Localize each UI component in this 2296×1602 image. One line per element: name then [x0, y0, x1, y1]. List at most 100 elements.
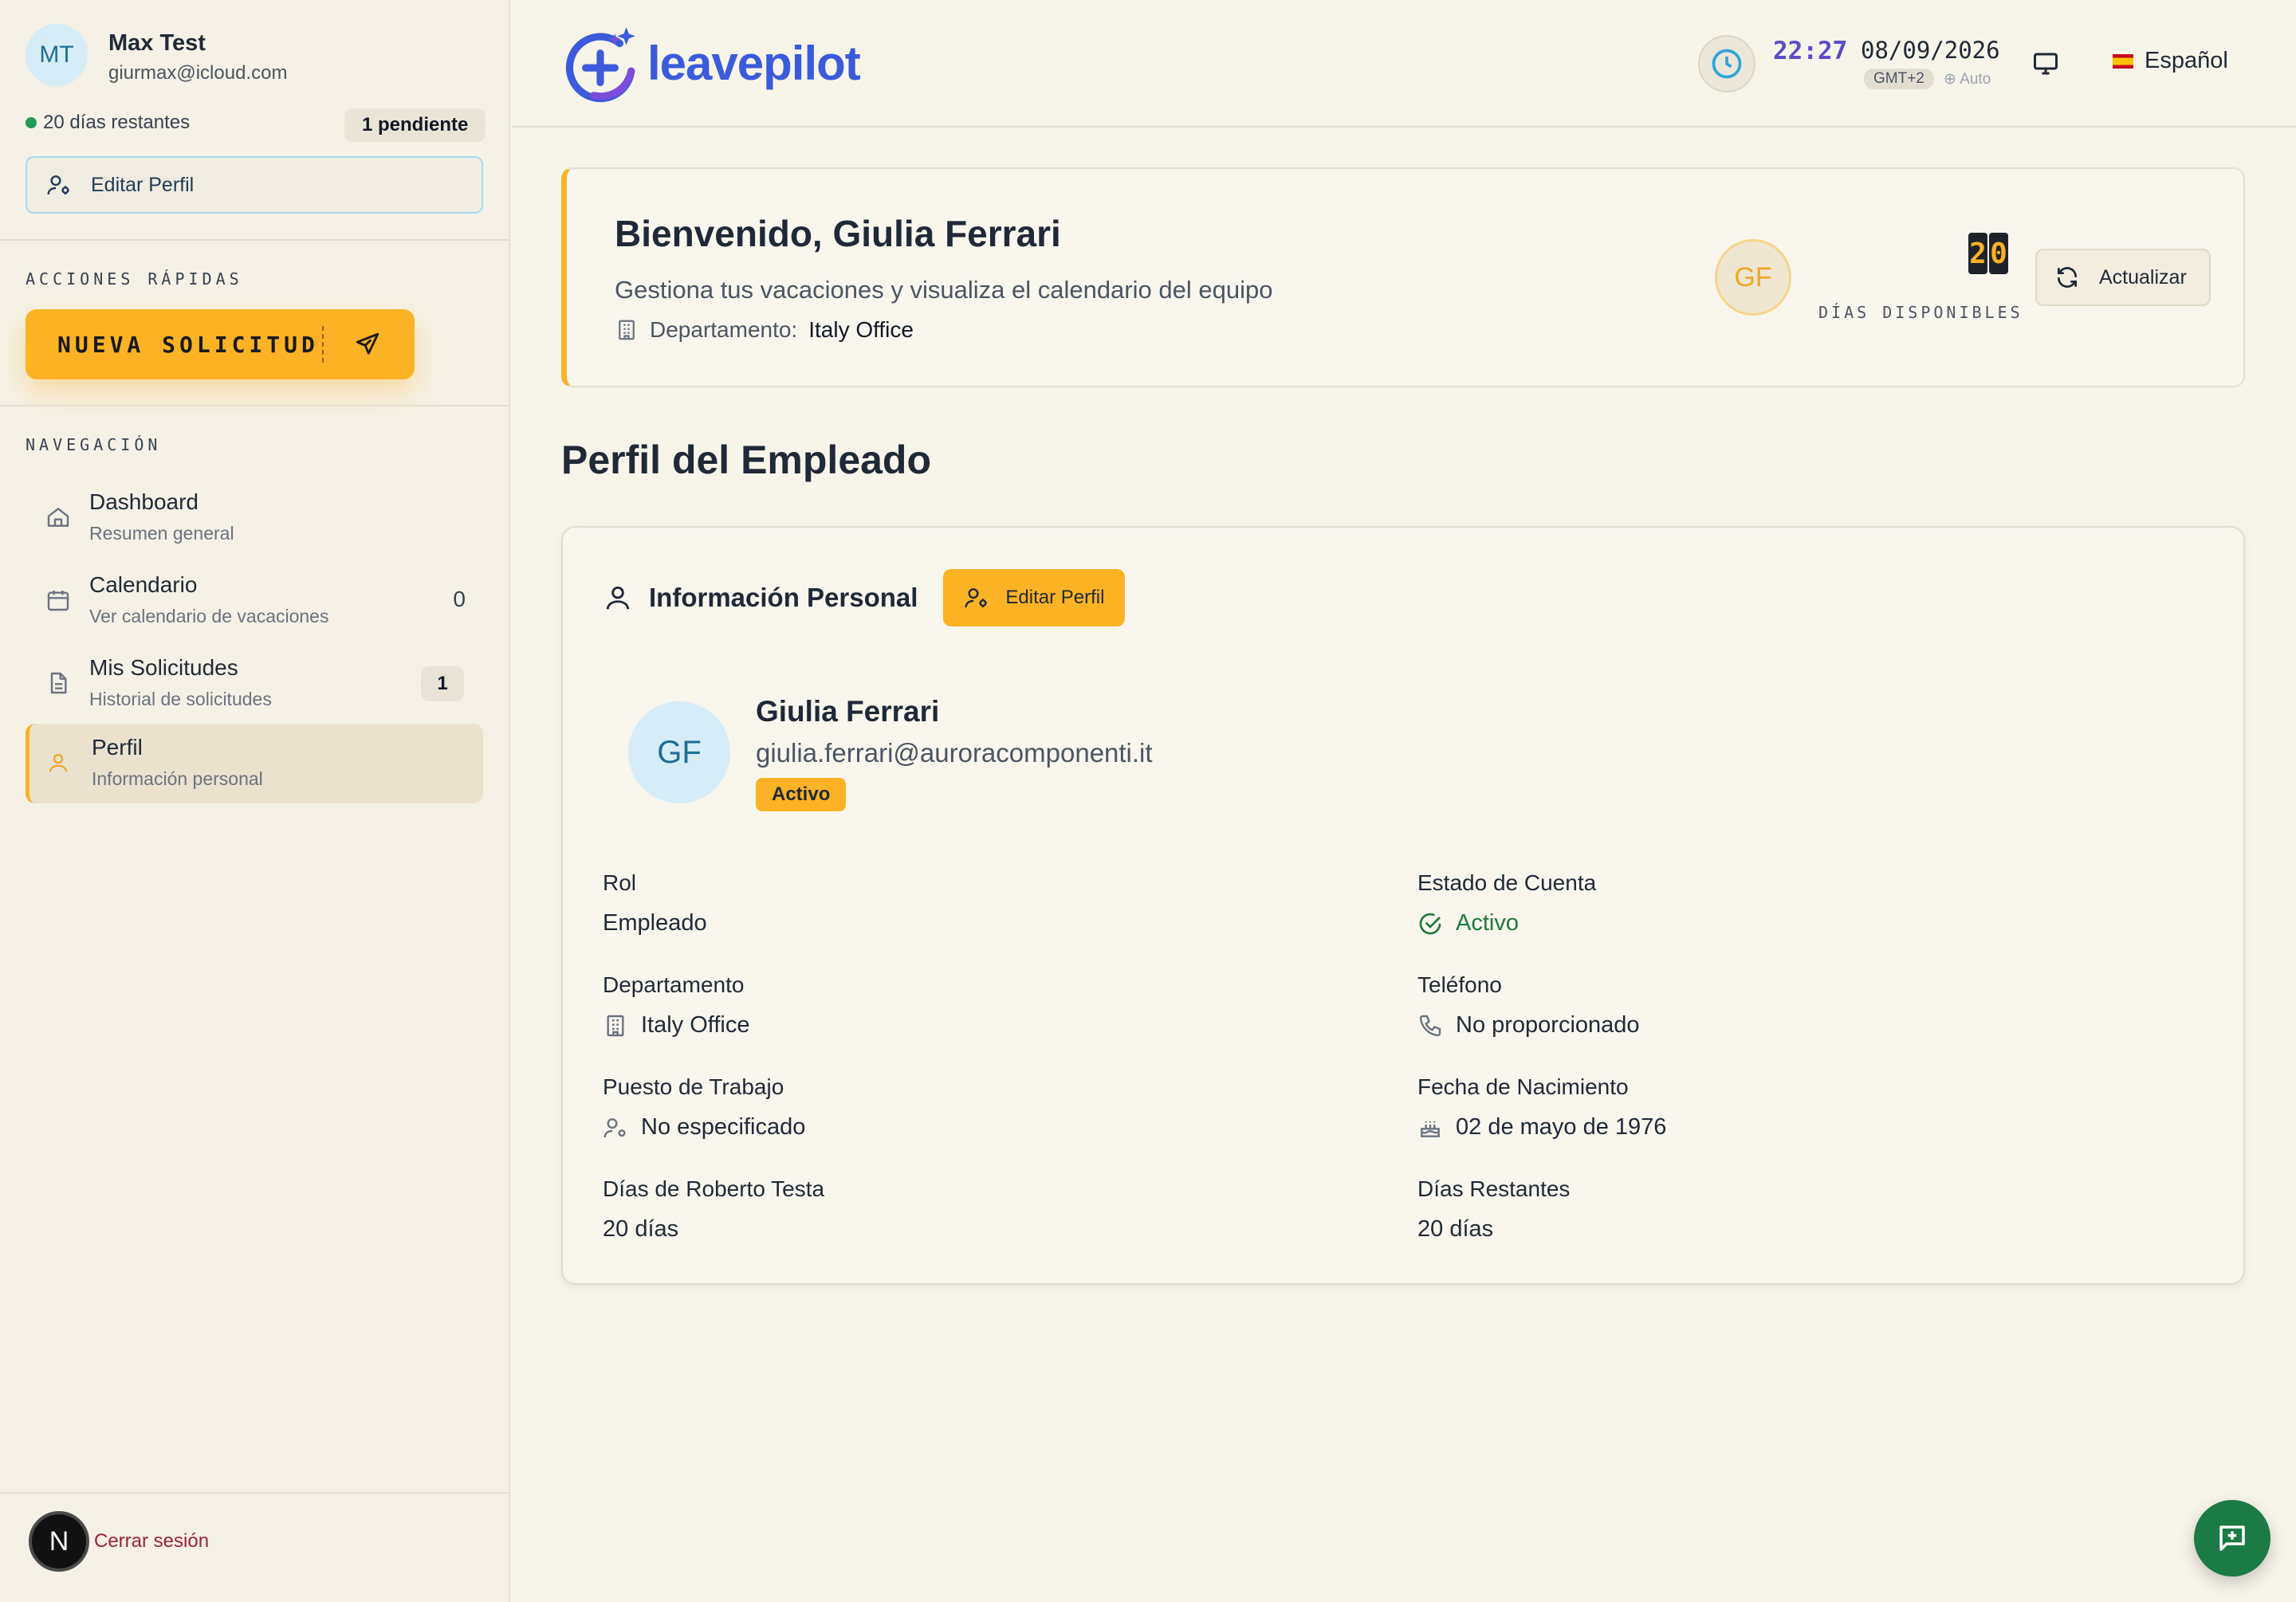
navigation-label: NAVEGACIÓN [26, 435, 162, 454]
divider [0, 1492, 510, 1494]
remaining-days-label: Días Restantes [1417, 1176, 1571, 1201]
job-value: No especificado [603, 1114, 805, 1141]
days-available-label: DÍAS DISPONIBLES [1818, 303, 2023, 322]
nav-item-subtitle: Resumen general [89, 523, 234, 544]
message-plus-icon [2215, 1522, 2249, 1555]
clock-icon [1698, 35, 1755, 92]
card-header: Información Personal Editar Perfil [603, 569, 1126, 626]
edit-profile-label: Editar Perfil [91, 173, 195, 196]
phone-value: No proporcionado [1417, 1012, 1640, 1039]
logo-text: leavepilot [647, 36, 861, 90]
pending-badge: 1 pendiente [344, 108, 486, 142]
account-status-value: Activo [1417, 910, 1519, 936]
language-selector[interactable]: Español [2113, 48, 2228, 74]
remaining-days-value: 20 días [1417, 1216, 1494, 1242]
user-cog-icon [964, 585, 989, 611]
timezone-badge: GMT+2 [1864, 69, 1934, 89]
nav-item-count: 0 [453, 587, 466, 611]
user-cog-icon [46, 172, 72, 198]
edit-profile-label: Editar Perfil [1005, 587, 1105, 608]
nav-item-profile[interactable]: Perfil Información personal [26, 724, 483, 803]
user-name: Max Test [108, 30, 206, 56]
top-header: leavepilot 22:27 08/09/2026 GMT+2 ⊕ Auto… [512, 0, 2296, 128]
status-dot-icon [26, 117, 37, 128]
nav-item-title: Mis Solicitudes [89, 655, 238, 680]
home-icon [43, 502, 73, 532]
days-remaining-text: 20 días restantes [43, 112, 191, 133]
welcome-card: Bienvenido, Giulia Ferrari Gestiona tus … [561, 167, 2245, 387]
user-icon [603, 583, 633, 613]
cake-icon [1417, 1115, 1443, 1141]
divider [0, 405, 510, 406]
nav-item-title: Calendario [89, 572, 198, 597]
main-content: leavepilot 22:27 08/09/2026 GMT+2 ⊕ Auto… [512, 0, 2296, 1602]
days-remaining: 20 días restantes [26, 112, 190, 134]
avatar: MT [26, 24, 88, 86]
clock-time: 22:27 [1773, 37, 1848, 65]
timezone-mode: ⊕ Auto [1944, 71, 1991, 88]
counter-digit: 2 [1968, 233, 1987, 274]
refresh-label: Actualizar [2099, 265, 2187, 289]
edit-profile-sidebar-button[interactable]: Editar Perfil [26, 156, 483, 214]
nav-item-subtitle: Ver calendario de vacaciones [89, 606, 329, 626]
chat-fab-button[interactable] [2194, 1500, 2270, 1576]
role-label: Rol [603, 870, 637, 895]
language-label: Español [2145, 48, 2228, 73]
divider [0, 239, 510, 241]
nav-item-subtitle: Información personal [92, 768, 263, 789]
department-label: Departamento: [650, 317, 798, 342]
employee-name: Giulia Ferrari [756, 695, 940, 728]
page-title: Perfil del Empleado [561, 438, 932, 482]
nav-item-calendar[interactable]: Calendario Ver calendario de vacaciones … [26, 561, 483, 641]
avatar: GF [1715, 239, 1791, 316]
sidebar: MT Max Test giurmax@icloud.com 20 días r… [0, 0, 510, 1602]
days-value: 20 días [603, 1216, 679, 1242]
user-email: giurmax@icloud.com [108, 62, 288, 84]
nav-item-my-requests[interactable]: Mis Solicitudes Historial de solicitudes… [26, 644, 483, 724]
welcome-department: Departamento: Italy Office [615, 317, 914, 343]
days-label: Días de Roberto Testa [603, 1176, 825, 1201]
document-icon [43, 668, 73, 698]
avatar: N [29, 1511, 89, 1572]
send-icon [324, 331, 411, 358]
employee-email: giulia.ferrari@auroracomponenti.it [756, 738, 1153, 768]
logout-button[interactable]: N Cerrar sesión [29, 1511, 209, 1572]
monitor-icon[interactable] [2031, 49, 2060, 78]
birth-date-label: Fecha de Nacimiento [1417, 1074, 1629, 1099]
refresh-button[interactable]: Actualizar [2035, 249, 2211, 306]
status-badge: Activo [756, 778, 847, 811]
refresh-icon [2054, 265, 2080, 290]
nav-item-subtitle: Historial de solicitudes [89, 689, 272, 709]
check-circle-icon [1417, 911, 1443, 936]
quick-actions-label: ACCIONES RÁPIDAS [26, 269, 243, 289]
logout-label: Cerrar sesión [94, 1530, 210, 1552]
days-available-counter: 2 0 [1968, 233, 2008, 274]
logo[interactable]: leavepilot [561, 22, 861, 104]
department-value: Italy Office [808, 317, 914, 342]
job-text: No especificado [641, 1114, 806, 1140]
plus-sparkle-icon [561, 22, 643, 104]
profile-card: Información Personal Editar Perfil GF Gi… [561, 526, 2245, 1285]
new-request-label: NUEVA SOLICITUD [57, 331, 319, 358]
clock-date: 08/09/2026 [1861, 37, 2000, 64]
role-value: Empleado [603, 910, 707, 936]
birth-date-text: 02 de mayo de 1976 [1456, 1114, 1667, 1140]
spain-flag-icon [2113, 53, 2133, 69]
account-status-text: Activo [1456, 910, 1519, 936]
edit-profile-button[interactable]: Editar Perfil [943, 569, 1126, 626]
nav-item-dashboard[interactable]: Dashboard Resumen general [26, 478, 483, 558]
phone-icon [1417, 1013, 1443, 1039]
user-cog-icon [603, 1115, 628, 1141]
user-icon [43, 748, 73, 778]
phone-text: No proporcionado [1456, 1012, 1640, 1038]
welcome-subtitle: Gestiona tus vacaciones y visualiza el c… [615, 276, 1273, 304]
welcome-title: Bienvenido, Giulia Ferrari [615, 213, 1061, 254]
birth-date-value: 02 de mayo de 1976 [1417, 1114, 1666, 1141]
avatar: GF [628, 701, 730, 803]
building-icon [603, 1013, 628, 1039]
department-value: Italy Office [603, 1012, 749, 1039]
account-status-label: Estado de Cuenta [1417, 870, 1597, 895]
calendar-icon [43, 585, 73, 615]
new-request-button[interactable]: NUEVA SOLICITUD [26, 309, 415, 379]
building-icon [615, 318, 639, 342]
